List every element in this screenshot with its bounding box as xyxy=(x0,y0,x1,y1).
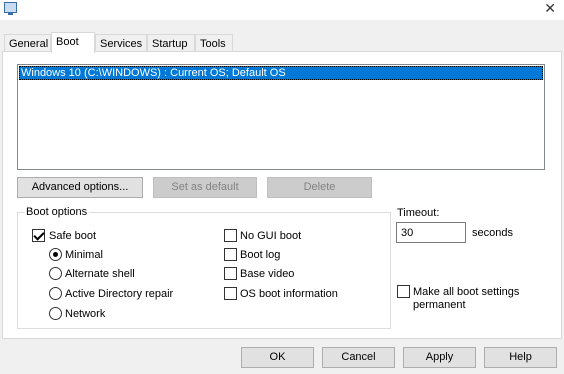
cancel-label: Cancel xyxy=(341,351,376,363)
make-permanent-checkbox[interactable] xyxy=(397,285,410,298)
boot-log-checkbox[interactable] xyxy=(224,248,237,261)
msconfig-app-icon xyxy=(4,2,17,15)
tab-services[interactable]: Services xyxy=(95,34,147,52)
delete-button[interactable]: Delete xyxy=(267,177,372,198)
alternate-shell-label: Alternate shell xyxy=(65,268,135,280)
tab-strip: General Boot Services Startup Tools xyxy=(0,32,564,53)
tab-label: Services xyxy=(100,38,143,50)
boot-tab-panel: Windows 10 (C:\WINDOWS) : Current OS; De… xyxy=(2,51,562,339)
advanced-options-button[interactable]: Advanced options... xyxy=(17,177,143,198)
tab-label: General xyxy=(9,38,49,50)
minimal-radio[interactable] xyxy=(49,248,62,261)
safe-boot-checkbox[interactable] xyxy=(32,229,45,242)
os-boot-information-checkbox[interactable] xyxy=(224,287,237,300)
active-directory-repair-label: Active Directory repair xyxy=(65,288,174,300)
advanced-options-label: Advanced options... xyxy=(31,181,129,193)
apply-label: Apply xyxy=(425,351,454,363)
tab-tools[interactable]: Tools xyxy=(195,34,233,52)
set-as-default-label: Set as default xyxy=(171,181,239,193)
boot-options-legend: Boot options xyxy=(24,205,90,219)
close-icon[interactable]: ✕ xyxy=(544,1,556,17)
set-as-default-button[interactable]: Set as default xyxy=(153,177,257,198)
tab-label: Tools xyxy=(200,38,226,50)
base-video-label: Base video xyxy=(240,268,295,280)
make-permanent-label-line2: permanent xyxy=(413,299,466,311)
delete-label: Delete xyxy=(303,181,336,193)
boot-options-group: Boot options Safe boot Minimal Alternate… xyxy=(17,205,391,329)
ok-label: OK xyxy=(269,351,286,363)
no-gui-boot-label: No GUI boot xyxy=(240,230,302,242)
tab-boot[interactable]: Boot xyxy=(51,32,95,53)
safe-boot-label: Safe boot xyxy=(49,230,97,242)
no-gui-boot-checkbox[interactable] xyxy=(224,229,237,242)
network-radio[interactable] xyxy=(49,307,62,320)
minimal-label: Minimal xyxy=(65,249,103,261)
active-directory-repair-radio[interactable] xyxy=(49,287,62,300)
cancel-button[interactable]: Cancel xyxy=(322,347,395,368)
os-list-item[interactable]: Windows 10 (C:\WINDOWS) : Current OS; De… xyxy=(19,66,543,80)
base-video-checkbox[interactable] xyxy=(224,267,237,280)
make-permanent-label-line1: Make all boot settings xyxy=(413,286,520,298)
os-boot-information-label: OS boot information xyxy=(240,288,338,300)
ok-button[interactable]: OK xyxy=(241,347,314,368)
tab-label: Boot xyxy=(56,36,79,48)
timeout-unit-label: seconds xyxy=(472,227,513,239)
timeout-input[interactable]: 30 xyxy=(396,222,466,243)
timeout-label: Timeout: xyxy=(397,207,440,219)
dialog-footer: OK Cancel Apply Help xyxy=(0,339,564,374)
tab-startup[interactable]: Startup xyxy=(147,34,195,52)
boot-log-label: Boot log xyxy=(240,249,281,261)
os-list[interactable]: Windows 10 (C:\WINDOWS) : Current OS; De… xyxy=(17,64,545,170)
tab-general[interactable]: General xyxy=(4,34,51,52)
alternate-shell-radio[interactable] xyxy=(49,267,62,280)
help-button[interactable]: Help xyxy=(484,347,557,368)
network-label: Network xyxy=(65,308,106,320)
apply-button[interactable]: Apply xyxy=(403,347,476,368)
title-bar: ✕ xyxy=(0,0,564,20)
help-label: Help xyxy=(509,351,532,363)
tab-label: Startup xyxy=(152,38,188,50)
